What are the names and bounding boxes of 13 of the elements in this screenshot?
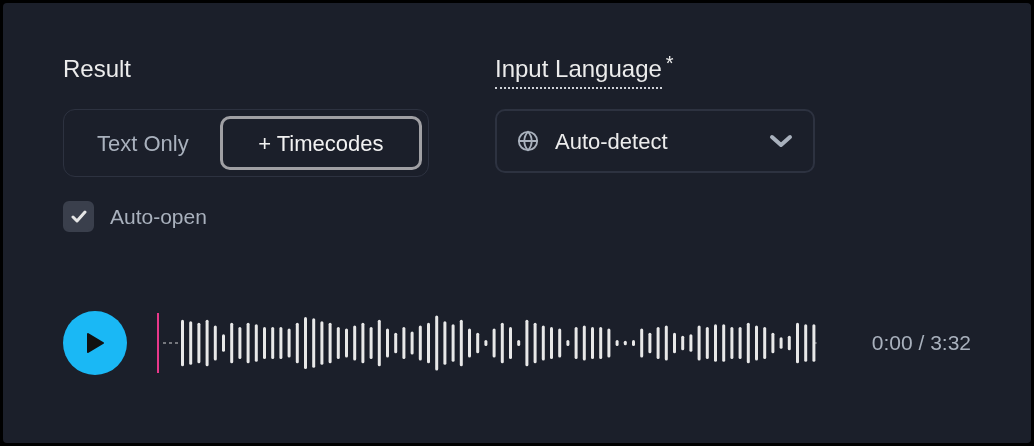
result-option[interactable]: + Timecodes	[219, 116, 422, 170]
auto-open-label: Auto-open	[110, 204, 207, 230]
result-label: Result	[63, 54, 133, 84]
check-icon	[70, 209, 87, 224]
required-mark: *	[665, 51, 674, 75]
time-readout: 0:00 / 3:32	[871, 329, 971, 356]
play-icon	[85, 331, 105, 354]
checkbox[interactable]	[63, 201, 94, 233]
result-option[interactable]: Text Only	[70, 116, 216, 170]
input-language-label: Input Language	[495, 51, 662, 89]
chevron-down-icon	[769, 133, 793, 149]
globe-icon	[517, 130, 539, 152]
language-dropdown[interactable]: Auto-detect	[495, 109, 815, 173]
